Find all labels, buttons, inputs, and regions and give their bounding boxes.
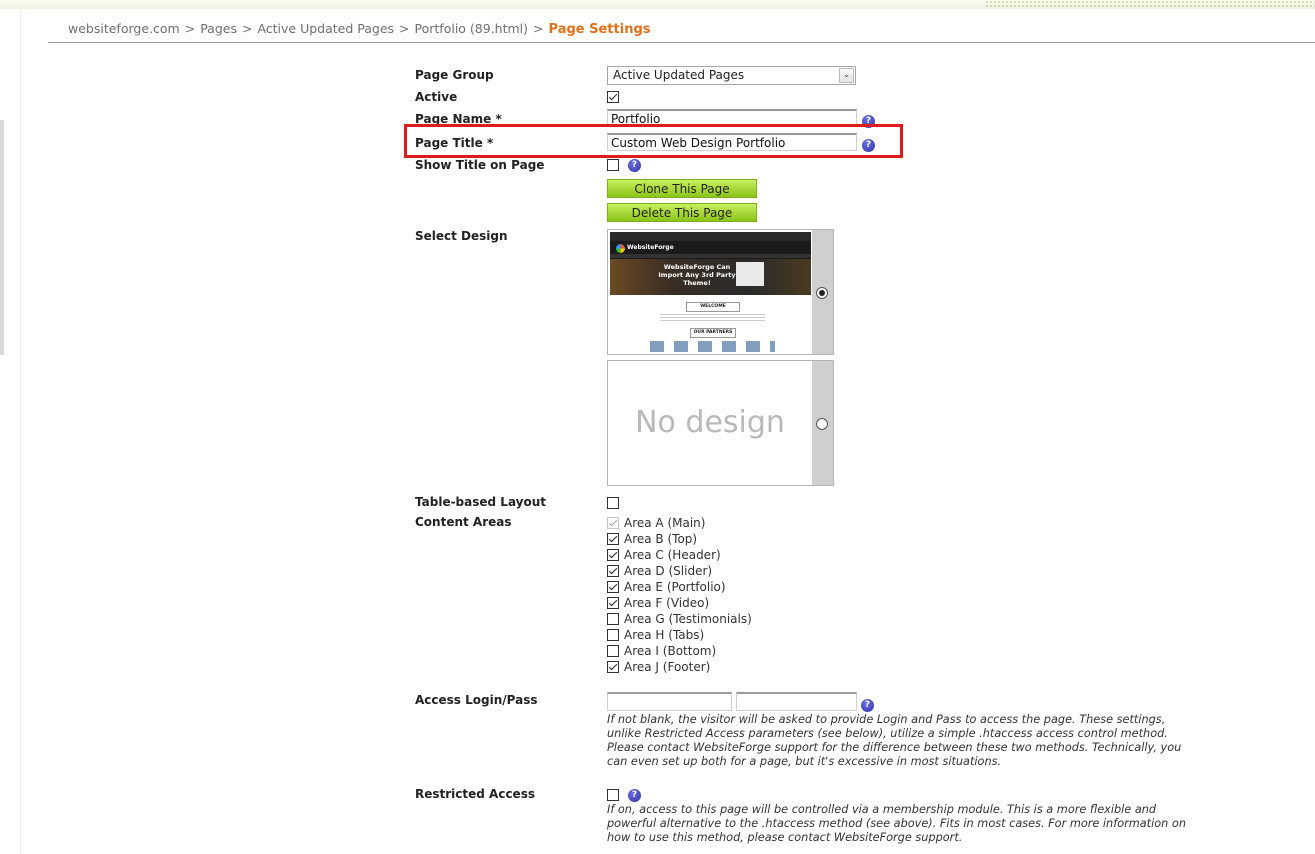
thumbnail-nav <box>610 254 811 258</box>
thumbnail-partner-logos <box>650 341 775 352</box>
area-f-label: Area F (Video) <box>624 596 710 610</box>
help-icon[interactable]: ? <box>628 789 641 802</box>
design-radio-none[interactable] <box>816 418 828 430</box>
page-group-select[interactable]: Active Updated Pages ⌄ <box>607 66 856 85</box>
no-design-text: No design <box>635 405 785 440</box>
thumbnail-brand: WebsiteForge <box>627 244 674 251</box>
page-group-value: Active Updated Pages <box>613 68 745 82</box>
area-j-label: Area J (Footer) <box>624 660 711 674</box>
area-i-checkbox[interactable] <box>607 645 619 657</box>
active-checkbox[interactable] <box>607 91 619 103</box>
breadcrumb: websiteforge.com > Pages > Active Updated Pa… <box>68 21 651 37</box>
page-group-label: Page Group <box>415 68 494 82</box>
help-icon[interactable]: ? <box>628 159 641 172</box>
area-i-label: Area I (Bottom) <box>624 644 717 658</box>
area-d-label: Area D (Slider) <box>624 564 713 578</box>
restricted-checkbox[interactable] <box>607 789 619 801</box>
breadcrumb-link-pages[interactable]: Pages <box>200 21 237 36</box>
top-strip <box>0 0 1315 9</box>
delete-page-button[interactable]: Delete This Page <box>607 203 757 222</box>
area-c-checkbox[interactable] <box>607 549 619 561</box>
content-border <box>20 10 21 854</box>
area-b-checkbox[interactable] <box>607 533 619 545</box>
help-icon[interactable]: ? <box>861 699 874 712</box>
access-pass-input[interactable] <box>736 692 857 711</box>
show-title-label: Show Title on Page <box>415 158 545 172</box>
show-title-checkbox[interactable] <box>607 159 619 171</box>
access-hint: If not blank, the visitor will be asked … <box>607 713 1182 768</box>
table-layout-checkbox[interactable] <box>607 497 619 509</box>
left-scroll-indicator[interactable] <box>0 120 4 355</box>
table-layout-label: Table-based Layout <box>415 495 547 509</box>
chevron-down-icon[interactable]: ⌄ <box>839 68 854 83</box>
design-option-1[interactable]: WebsiteForge WebsiteForge Can Import Any… <box>607 229 834 355</box>
design-option-none[interactable]: No design <box>607 360 834 486</box>
restricted-hint: If on, access to this page will be contr… <box>607 803 1186 844</box>
area-c-label: Area C (Header) <box>624 548 721 562</box>
area-g-label: Area G (Testimonials) <box>624 612 752 626</box>
thumbnail-headline: WebsiteForge Can Import Any 3rd Party Th… <box>658 263 736 287</box>
thumbnail-panel <box>736 262 764 286</box>
design-radio-1[interactable] <box>816 287 828 299</box>
access-login-input[interactable] <box>607 692 732 711</box>
breadcrumb-separator: > <box>241 21 253 36</box>
area-h-checkbox[interactable] <box>607 629 619 641</box>
breadcrumb-link-group[interactable]: Active Updated Pages <box>257 21 394 36</box>
active-label: Active <box>415 90 458 104</box>
brand-logo-icon <box>616 244 625 253</box>
highlight-box <box>404 124 903 158</box>
area-j-checkbox[interactable] <box>607 661 619 673</box>
area-g-checkbox[interactable] <box>607 613 619 625</box>
breadcrumb-link-site[interactable]: websiteforge.com <box>68 21 180 36</box>
access-label: Access Login/Pass <box>415 693 538 707</box>
area-a-checkbox <box>607 517 619 529</box>
breadcrumb-separator: > <box>533 21 544 36</box>
content-areas-label: Content Areas <box>415 515 512 529</box>
page-title: Page Settings <box>548 22 651 37</box>
breadcrumb-separator: > <box>399 21 410 36</box>
thumbnail-welcome: WELCOME <box>686 302 740 312</box>
area-d-checkbox[interactable] <box>607 565 619 577</box>
restricted-label: Restricted Access <box>415 787 535 801</box>
area-b-label: Area B (Top) <box>624 532 698 546</box>
breadcrumb-link-page[interactable]: Portfolio (89.html) <box>415 21 529 36</box>
area-h-label: Area H (Tabs) <box>624 628 705 642</box>
clone-page-button[interactable]: Clone This Page <box>607 179 757 198</box>
design-thumbnail: WebsiteForge WebsiteForge Can Import Any… <box>610 232 811 353</box>
thumbnail-partners: OUR PARTNERS <box>690 328 736 338</box>
area-f-checkbox[interactable] <box>607 597 619 609</box>
thumbnail-topbar <box>610 232 811 241</box>
select-design-label: Select Design <box>415 229 508 243</box>
area-a-label: Area A (Main) <box>624 516 706 530</box>
breadcrumb-divider <box>48 42 1315 43</box>
area-e-label: Area E (Portfolio) <box>624 580 726 594</box>
breadcrumb-separator: > <box>184 21 196 36</box>
thumbnail-text-lines <box>660 314 765 322</box>
area-e-checkbox[interactable] <box>607 581 619 593</box>
top-strip-pattern <box>985 0 1315 9</box>
